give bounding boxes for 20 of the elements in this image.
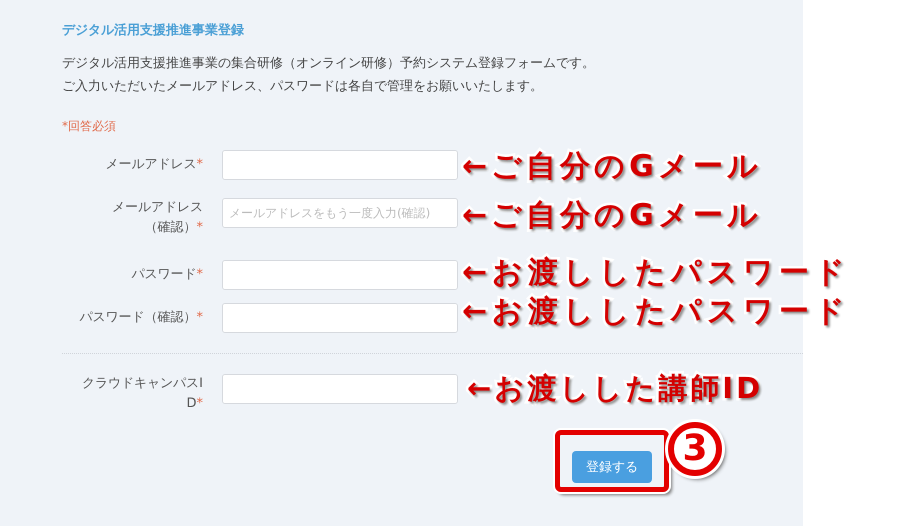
step-number: 3 — [668, 422, 722, 476]
field-label: パスワード（確認）* — [78, 309, 203, 327]
input-field[interactable] — [222, 260, 458, 290]
field-label: クラウドキャンパスI D* — [81, 375, 203, 413]
required-note: *回答必須 — [62, 118, 117, 134]
field-label: メールアドレス* — [104, 156, 203, 174]
annotation-text: ←お渡しした講師ID — [466, 370, 764, 407]
input-field[interactable] — [222, 150, 458, 180]
input-field[interactable] — [222, 303, 458, 333]
annotation-text: ←お渡ししたパスワード — [461, 293, 852, 331]
annotation-text: ←お渡ししたパスワード — [461, 254, 852, 292]
field-label: メールアドレス （確認）* — [111, 199, 203, 237]
field-label: パスワード* — [130, 266, 203, 284]
input-field[interactable] — [222, 374, 458, 404]
annotation-text: ←ご自分のGメール — [461, 197, 763, 235]
input-field[interactable]: メールアドレスをもう一度入力(確認) — [222, 198, 458, 228]
form-title: デジタル活用支援推進事業登録 — [62, 22, 245, 40]
register-button[interactable]: 登録する — [572, 451, 652, 483]
annotation-text: ←ご自分のGメール — [461, 148, 763, 186]
form-description: デジタル活用支援推進事業の集合研修（オンライン研修）予約システム登録フォームです。 ご入力いただいたメールアドレス、パスワードは各自で管理をお願いいたします。 — [62, 55, 596, 96]
